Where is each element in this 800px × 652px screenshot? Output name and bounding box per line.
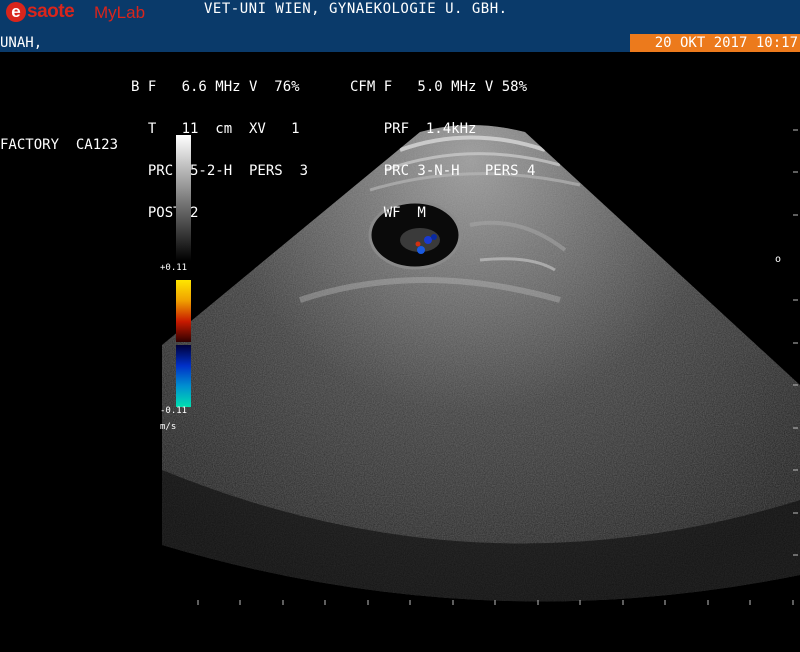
velocity-max-label: +0.11 <box>160 263 188 273</box>
velocity-unit-label: m/s <box>160 422 177 432</box>
color-scale-positive <box>176 280 191 342</box>
cfm-params: CFM F 5.0 MHz V 58% PRF 1.4kHz PRC 3-N-H… <box>350 52 535 234</box>
preset-label: FACTORY CA123 <box>0 137 119 153</box>
param-line: PRF 1.4kHz <box>350 121 477 137</box>
exam-datetime: 20 OKT 2017 10:17 <box>630 34 800 52</box>
patient-name: UNAH, <box>0 35 43 51</box>
velocity-min-label: -0.11 <box>160 406 188 416</box>
brand-product: MyLab <box>94 3 146 22</box>
grayscale-bar <box>176 135 191 261</box>
param-line: PRC 15-2-H PERS 3 <box>131 163 309 179</box>
param-line: WF M <box>350 205 426 221</box>
param-line: CFM F 5.0 MHz V 58% <box>350 79 528 95</box>
param-line: PRC 3-N-H PERS 4 <box>350 163 536 179</box>
bmode-params: B F 6.6 MHz V 76% T 11 cm XV 1 PRC 15-2-… <box>131 52 308 234</box>
esaote-logo-icon: e <box>6 2 26 22</box>
param-line: POST 2 <box>131 205 199 221</box>
param-line: B F 6.6 MHz V 76% <box>131 79 300 95</box>
brand-name: saote <box>27 1 75 22</box>
color-scale-negative <box>176 345 191 407</box>
param-line: T 11 cm XV 1 <box>131 121 300 137</box>
orientation-marker: o <box>775 254 782 265</box>
institution-name: VET-UNI WIEN, GYNAEKOLOGIE U. GBH. <box>204 1 508 17</box>
